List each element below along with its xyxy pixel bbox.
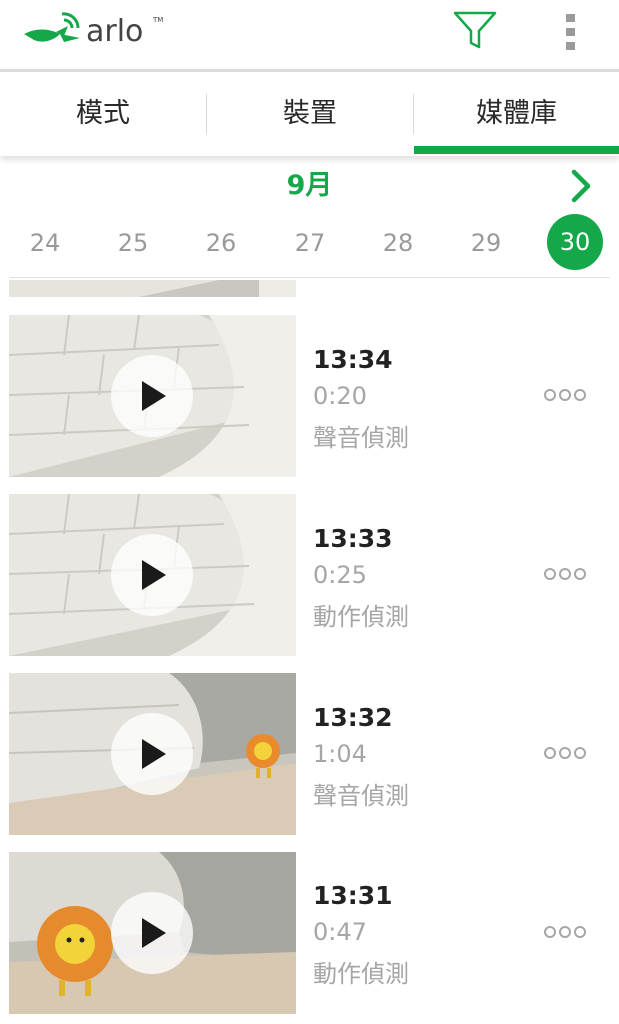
clip-duration: 0:20: [313, 382, 367, 410]
play-button[interactable]: [111, 713, 193, 795]
play-button[interactable]: [111, 534, 193, 616]
calendar-divider: [10, 277, 610, 278]
filter-icon[interactable]: [452, 10, 498, 52]
tab-mode[interactable]: 模式: [0, 72, 206, 156]
clip-thumbnail-partial[interactable]: [9, 280, 296, 297]
more-horizontal-icon[interactable]: [543, 385, 589, 405]
clip-time: 13:33: [313, 524, 393, 553]
clip-duration: 0:25: [313, 561, 367, 589]
day-24[interactable]: 24: [17, 218, 73, 268]
day-26[interactable]: 26: [193, 218, 249, 268]
clip-type: 聲音偵測: [313, 424, 409, 452]
day-30-selected[interactable]: 30: [547, 214, 603, 270]
day-27[interactable]: 27: [282, 218, 338, 268]
play-button[interactable]: [111, 892, 193, 974]
tab-bar: 模式 裝置 媒體庫: [0, 72, 619, 156]
arlo-logo: arlo TM: [20, 8, 170, 54]
clip-duration: 0:47: [313, 918, 367, 946]
clip-time: 13:34: [313, 345, 393, 374]
more-horizontal-icon[interactable]: [543, 922, 589, 942]
chevron-right-icon[interactable]: [566, 168, 596, 204]
logo-trademark: TM: [152, 16, 163, 24]
tab-devices[interactable]: 裝置: [207, 72, 413, 156]
clip-thumbnail[interactable]: [9, 494, 296, 656]
day-29[interactable]: 29: [458, 218, 514, 268]
more-vertical-icon[interactable]: [562, 12, 580, 52]
clip-thumbnail[interactable]: [9, 673, 296, 835]
clip-thumbnail[interactable]: [9, 315, 296, 477]
clip-type: 動作偵測: [313, 603, 409, 631]
logo-wordmark: arlo: [86, 14, 143, 49]
play-icon: [142, 739, 166, 769]
more-horizontal-icon[interactable]: [543, 743, 589, 763]
clip-time: 13:31: [313, 881, 393, 910]
clip-type: 動作偵測: [313, 960, 409, 988]
app-header: arlo TM: [0, 0, 619, 70]
day-25[interactable]: 25: [105, 218, 161, 268]
active-tab-indicator: [414, 146, 619, 154]
tab-library[interactable]: 媒體庫: [414, 72, 619, 156]
play-icon: [142, 381, 166, 411]
clip-time: 13:32: [313, 703, 393, 732]
day-28[interactable]: 28: [370, 218, 426, 268]
clip-duration: 1:04: [313, 740, 367, 768]
clip-type: 聲音偵測: [313, 782, 409, 810]
month-label: 9月: [286, 170, 333, 201]
play-icon: [142, 560, 166, 590]
more-horizontal-icon[interactable]: [543, 564, 589, 584]
play-icon: [142, 918, 166, 948]
clip-thumbnail[interactable]: [9, 852, 296, 1014]
play-button[interactable]: [111, 355, 193, 437]
